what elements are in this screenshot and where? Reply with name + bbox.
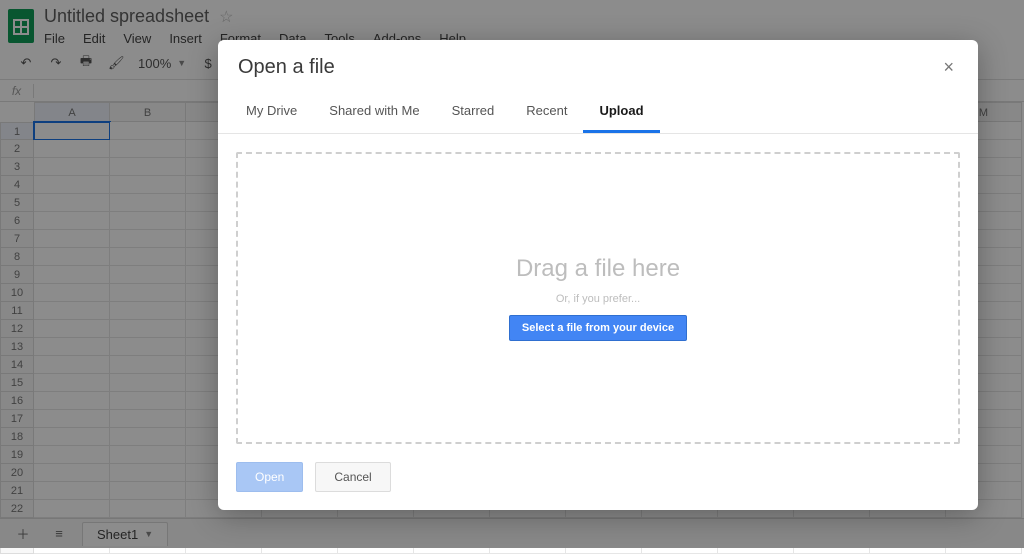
close-icon[interactable]: ×: [939, 56, 958, 78]
tab-upload[interactable]: Upload: [583, 93, 659, 133]
cancel-button[interactable]: Cancel: [315, 462, 390, 492]
open-file-dialog: Open a file × My Drive Shared with Me St…: [218, 40, 978, 510]
dropzone-subtext: Or, if you prefer...: [556, 293, 640, 305]
tab-my-drive[interactable]: My Drive: [230, 93, 313, 133]
dialog-title: Open a file: [238, 56, 335, 79]
tab-shared[interactable]: Shared with Me: [313, 93, 435, 133]
tab-starred[interactable]: Starred: [436, 93, 511, 133]
dropzone-heading: Drag a file here: [516, 255, 680, 283]
dialog-footer: Open Cancel: [218, 454, 978, 510]
dialog-tabs: My Drive Shared with Me Starred Recent U…: [218, 93, 978, 134]
select-file-button[interactable]: Select a file from your device: [509, 315, 687, 341]
tab-recent[interactable]: Recent: [510, 93, 583, 133]
open-button[interactable]: Open: [236, 462, 303, 492]
upload-dropzone[interactable]: Drag a file here Or, if you prefer... Se…: [236, 152, 960, 444]
